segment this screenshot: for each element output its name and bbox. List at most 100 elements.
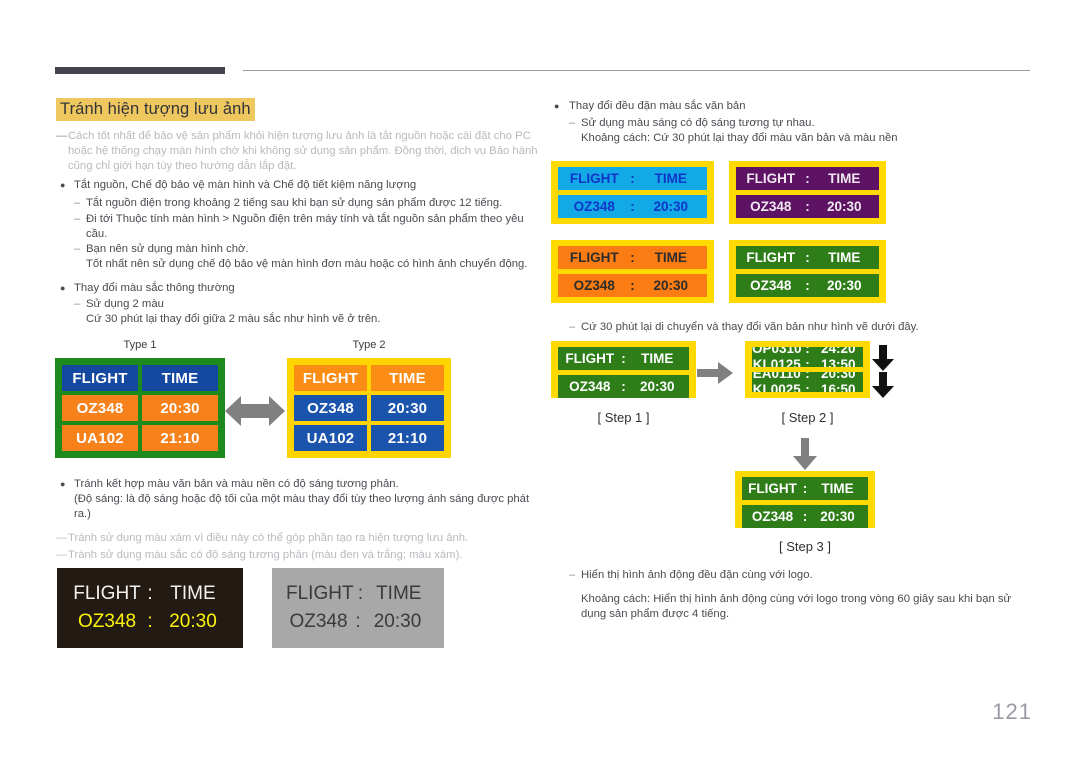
step2-time-2: 20:30 [820,372,856,381]
header-rule-line [243,70,1030,71]
left-bullet-3: Tránh kết hợp màu văn bản và màu nền có … [74,478,530,521]
dark-board-flight-value: OZ348 [77,611,137,632]
step3-caption: [ Step 3 ] [778,539,832,554]
step1-caption: [ Step 1 ] [597,410,650,425]
dash-marker: – [74,243,81,255]
right-bullet-1-detail-1: Sử dụng màu sáng có độ sáng tương tự nha… [581,117,898,145]
bullet-dot: ● [554,101,560,111]
right-bullet-3-detail-1: Hiển thị hình ảnh động đều đặn cùng với … [581,569,813,581]
step1-colon: : [621,379,626,394]
swatch-colon: : [805,278,810,293]
gray-board-flight-value: OZ348 [289,611,348,632]
step3-flight-label: FLIGHT [748,481,797,496]
manual-page: Tránh hiện tượng lưu ảnh — Cách tốt nhất… [0,0,1080,763]
gray-board-colon: : [355,611,361,632]
board-cell-flight-0: OZ348 [294,395,367,421]
dark-board-colon: : [147,611,153,632]
board-cell-flight-1: UA102 [294,425,367,451]
dash-marker: – [569,569,576,581]
gray-board-time-label: TIME [376,583,422,604]
swatch-flight-label: FLIGHT [746,171,796,186]
swatch-colon: : [630,199,635,214]
board-cell-flight-header: FLIGHT [62,365,138,391]
step3-board: FLIGHT : TIME OZ348 : 20:30 [735,471,875,528]
right-bullet-3-detail-2: Khoảng cách: Hiển thị hình ảnh động cùng… [581,593,1012,621]
swatch-flight-value: OZ348 [750,278,792,293]
dash-marker: — [56,549,68,561]
dash-marker: – [569,321,576,333]
bullet-dot: ● [60,283,66,293]
swatch-time-label: TIME [828,171,861,186]
swatch-colon: : [805,199,810,214]
flight-board-dark: FLIGHT : TIME OZ348 : 20:30 [57,568,243,648]
page-number: 121 [992,699,1032,724]
board-cell-time-1: 21:10 [142,425,218,451]
swatch-time-value: 20:30 [653,199,689,214]
swatch-time-label: TIME [654,171,687,186]
color-swatch-board-cyan: FLIGHT : TIME OZ348 : 20:30 [551,161,714,224]
dash-marker: — [56,130,68,142]
step2-flight-2: EA0110 [752,372,801,381]
gray-board-colon: : [357,583,364,604]
dash-marker: – [74,213,81,225]
step1-board: FLIGHT : TIME OZ348 : 20:30 [551,341,696,398]
step3-colon: : [802,509,808,524]
left-note-3: Tránh sử dụng màu sắc có độ sáng tương p… [68,549,463,561]
dark-board-flight-label: FLIGHT [73,583,141,604]
step2-clip-bottom: EA0110 : 20:30 KL0025 : 16:50 [752,372,863,392]
arrow-right-icon [697,362,733,384]
swatch-colon: : [630,278,635,293]
arrow-down-large-icon [793,438,817,470]
left-bullet-1: Tắt nguồn, Chế độ bảo vệ màn hình và Chế… [74,179,417,191]
arrow-down-icon [872,345,894,371]
step2-board: OP0310 : 24:20 KL0125 : 13:50 EA0110 : 2… [745,341,870,398]
swatch-flight-value: OZ348 [573,278,615,293]
color-swatch-board-orange: FLIGHT : TIME OZ348 : 20:30 [551,240,714,303]
left-bullet-2-detail-1: Sử dụng 2 màu Cứ 30 phút lại thay đổi gi… [86,298,381,326]
dark-board-colon: : [147,583,153,604]
color-swatch-board-purple: FLIGHT : TIME OZ348 : 20:30 [729,161,886,224]
board-cell-time-0: 20:30 [142,395,218,421]
swatch-flight-value: OZ348 [750,199,792,214]
board-cell-time-header: TIME [142,365,218,391]
page-title: Tránh hiện tượng lưu ảnh [56,98,255,121]
swatch-time-label: TIME [654,250,687,265]
gray-board-time-value: 20:30 [373,611,422,632]
swatch-flight-label: FLIGHT [746,250,796,265]
type1-caption: Type 1 [123,339,157,351]
step2-colon: : [805,347,810,356]
dark-board-time-value: 20:30 [169,611,217,632]
step1-flight-value: OZ348 [569,379,611,394]
step1-time-label: TIME [641,351,674,366]
step2-time-1: 13:50 [820,357,856,367]
step2-time-0: 24:20 [821,347,856,356]
step2-flight-0: OP0310 [752,347,802,356]
flight-board-type1: FLIGHT TIME OZ348 20:30 UA102 21:10 [55,358,225,458]
type2-caption: Type 2 [352,339,386,351]
step3-time-value: 20:30 [820,509,855,524]
bullet-dot: ● [60,180,66,190]
flight-board-gray: FLIGHT : TIME OZ348 : 20:30 [272,568,444,648]
board-cell-time-0: 20:30 [371,395,444,421]
swatch-time-label: TIME [828,250,861,265]
swatch-flight-value: OZ348 [573,199,615,214]
dash-marker: – [569,117,576,129]
step1-flight-label: FLIGHT [565,351,615,366]
board-cell-time-header: TIME [371,365,444,391]
step2-clip-top: OP0310 : 24:20 KL0125 : 13:50 [752,347,863,367]
left-bullet-1-detail-1: Tắt nguồn điện trong khoảng 2 tiếng sau … [86,197,503,209]
left-bullet-1-detail-2: Đi tới Thuộc tính màn hình > Nguồn điện … [86,213,524,241]
step2-colon: : [805,357,810,367]
arrow-down-icon [872,372,894,398]
swatch-time-value: 20:30 [653,278,689,293]
swatch-colon: : [630,171,635,186]
step3-colon: : [802,481,808,496]
swatch-flight-label: FLIGHT [569,250,619,265]
bullet-dot: ● [60,479,66,489]
step1-colon: : [621,351,626,366]
left-bullet-2: Thay đổi màu sắc thông thường [74,282,235,294]
flight-board-type2: FLIGHT TIME OZ348 20:30 UA102 21:10 [287,358,451,458]
dash-marker: — [56,532,68,544]
board-cell-flight-1: UA102 [62,425,138,451]
dark-board-time-label: TIME [170,583,216,604]
